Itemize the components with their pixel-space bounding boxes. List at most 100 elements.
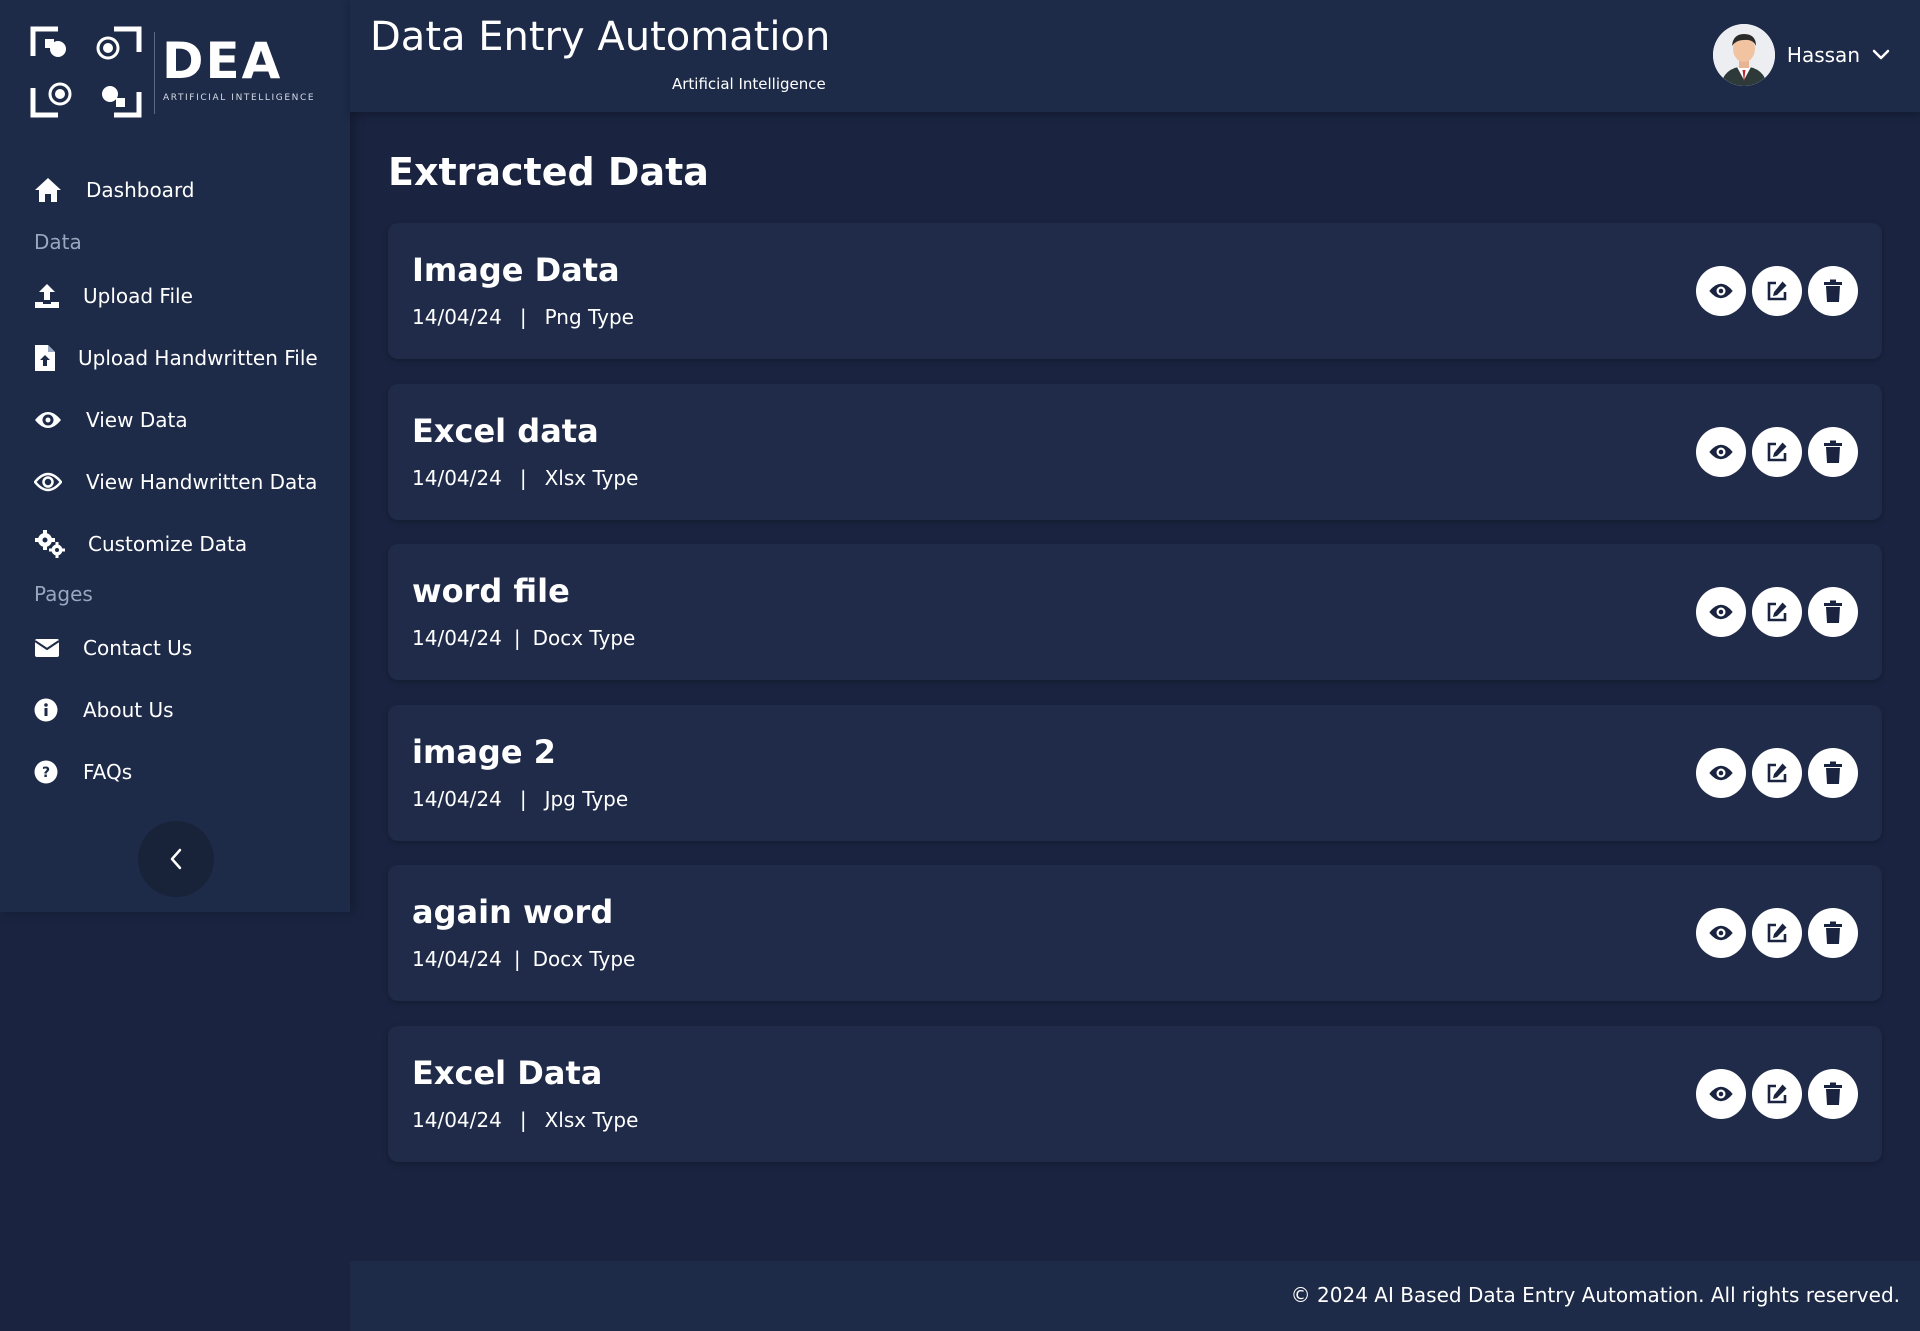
card-title: Image Data [412,251,620,289]
eye-icon [1709,1086,1733,1101]
card-type: Xlsx Type [544,465,639,490]
top-header: Data Entry Automation Artificial Intelli… [350,0,1920,112]
card-title: word file [412,572,570,610]
section-label-data: Data [34,230,82,254]
eye-icon [1709,283,1733,299]
card-meta: 14/04/24 | Png Type [412,305,634,329]
sidebar-item-upload-file[interactable]: Upload File [34,276,193,316]
delete-button[interactable] [1808,426,1858,477]
sidebar-item-label: View Handwritten Data [86,470,318,494]
data-card: word file 14/04/24 | Docx Type [388,544,1882,680]
eye-icon [1709,444,1733,459]
delete-button[interactable] [1808,266,1858,316]
sidebar-item-faqs[interactable]: ? FAQs [34,752,132,792]
delete-button[interactable] [1808,747,1858,798]
card-date: 14/04/24 [412,626,502,650]
sidebar-item-view-handwritten-data[interactable]: View Handwritten Data [34,462,317,502]
view-button[interactable] [1696,266,1746,316]
edit-button[interactable] [1752,747,1802,798]
svg-text:?: ? [42,765,50,781]
sidebar-item-view-data[interactable]: View Data [34,400,188,440]
extracted-data-list: Image Data 14/04/24 | Png Type Excel data … [388,223,1882,1186]
sidebar-item-label: Upload Handwritten File [78,346,318,370]
delete-button[interactable] [1808,587,1858,637]
card-date: 14/04/24 [412,1107,502,1132]
delete-button[interactable] [1808,908,1858,958]
meta-separator: | [513,947,521,971]
home-icon [34,175,86,205]
card-actions [1696,266,1858,316]
card-meta: 14/04/24 | Xlsx Type [412,466,638,490]
sidebar-item-about-us[interactable]: About Us [34,690,174,730]
edit-icon [1767,442,1787,461]
eye-icon [1709,925,1733,941]
sidebar-collapse-button[interactable] [138,821,214,897]
sidebar-item-label: View Data [86,408,188,432]
card-meta: 14/04/24 | Docx Type [412,947,635,971]
sidebar-item-label: Dashboard [86,178,195,202]
card-actions [1696,426,1858,477]
edit-button[interactable] [1752,266,1802,316]
sidebar-item-label: About Us [83,698,174,722]
trash-icon [1824,761,1842,784]
user-name: Hassan [1786,43,1860,67]
gears-icon [34,529,88,559]
question-icon: ? [34,757,83,787]
view-button[interactable] [1696,747,1746,798]
card-actions [1696,1068,1858,1119]
edit-icon [1767,281,1787,301]
meta-separator: | [519,786,527,811]
edit-icon [1767,923,1787,943]
edit-button[interactable] [1752,1068,1802,1119]
view-button[interactable] [1696,908,1746,958]
data-card: Image Data 14/04/24 | Png Type [388,223,1882,359]
delete-button[interactable] [1808,1068,1858,1119]
card-actions [1696,908,1858,958]
trash-icon [1824,279,1842,302]
chevron-down-icon [1872,49,1890,60]
edit-icon [1767,763,1787,782]
chevron-left-icon [170,848,182,870]
sidebar-item-dashboard[interactable]: Dashboard [34,170,195,210]
section-label-pages: Pages [34,582,93,606]
card-type: Docx Type [532,626,636,650]
sidebar-item-label: Customize Data [88,532,248,556]
sidebar-item-label: FAQs [83,760,133,784]
data-card: Excel data 14/04/24 | Xlsx Type [388,383,1882,520]
card-date: 14/04/24 [412,305,502,329]
card-actions [1696,747,1858,798]
logo[interactable]: DEA ARTIFICIAL INTELLIGENCE [30,26,330,120]
card-title: image 2 [412,732,556,771]
meta-separator: | [513,626,521,650]
user-menu[interactable]: Hassan [1712,24,1890,86]
sidebar-item-label: Contact Us [83,636,193,660]
logo-mark-icon [30,26,142,118]
view-button[interactable] [1696,426,1746,477]
card-meta: 14/04/24 | Xlsx Type [412,1108,638,1132]
copyright-text: © 2024 AI Based Data Entry Automation. A… [1290,1283,1900,1307]
data-card: image 2 14/04/24 | Jpg Type [388,704,1882,841]
view-button[interactable] [1696,587,1746,637]
app-title: Data Entry Automation [370,14,831,60]
trash-icon [1824,921,1842,944]
sidebar-item-customize-data[interactable]: Customize Data [34,524,247,564]
info-icon [34,695,83,725]
edit-button[interactable] [1752,426,1802,477]
eye-icon [34,467,86,497]
page-title: Extracted Data [388,150,709,194]
card-type: Png Type [544,305,634,329]
meta-separator: | [519,465,527,490]
logo-divider [154,32,155,114]
envelope-icon [34,633,83,663]
edit-button[interactable] [1752,908,1802,958]
sidebar-item-contact-us[interactable]: Contact Us [34,628,192,668]
file-upload-icon [34,343,78,373]
data-card: Excel Data 14/04/24 | Xlsx Type [388,1025,1882,1162]
eye-icon [1709,604,1733,620]
view-button[interactable] [1696,1068,1746,1119]
sidebar-item-upload-handwritten-file[interactable]: Upload Handwritten File [34,338,318,378]
meta-separator: | [519,305,527,329]
card-title: Excel data [412,411,599,450]
card-meta: 14/04/24 | Docx Type [412,626,635,650]
edit-button[interactable] [1752,587,1802,637]
